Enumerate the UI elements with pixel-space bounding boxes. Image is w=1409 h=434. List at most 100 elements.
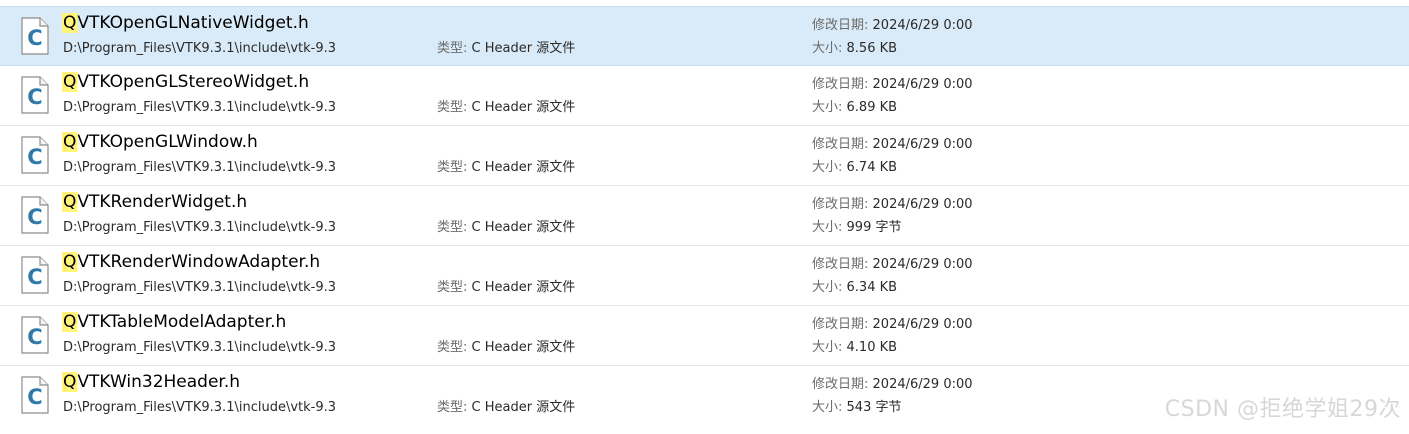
file-type-value: C Header 源文件 [471, 220, 576, 235]
modified-label: 修改日期: [812, 77, 869, 92]
size-value: 999 字节 [846, 220, 902, 235]
size-label: 大小: [812, 340, 843, 355]
file-size: 大小: 6.34 KB [812, 279, 897, 297]
file-result-row[interactable]: C QVTKOpenGLStereoWidget.h D:\Program_Fi… [0, 66, 1409, 126]
file-size: 大小: 6.89 KB [812, 99, 897, 117]
file-name: QVTKTableModelAdapter.h [62, 311, 286, 333]
file-size: 大小: 8.56 KB [812, 40, 897, 58]
file-size: 大小: 999 字节 [812, 219, 901, 237]
c-header-file-icon: C [20, 196, 50, 234]
search-match-highlight: Q [62, 192, 78, 212]
file-size: 大小: 543 字节 [812, 399, 901, 417]
search-match-highlight: Q [62, 13, 78, 33]
size-label: 大小: [812, 41, 843, 56]
type-label: 类型: [437, 340, 468, 355]
size-value: 4.10 KB [846, 340, 898, 355]
file-type: 类型: C Header 源文件 [437, 339, 575, 357]
file-name: QVTKOpenGLNativeWidget.h [62, 12, 309, 34]
size-label: 大小: [812, 220, 843, 235]
svg-text:C: C [27, 26, 42, 50]
type-label: 类型: [437, 400, 468, 415]
file-result-row[interactable]: C QVTKRenderWindowAdapter.h D:\Program_F… [0, 246, 1409, 306]
file-type: 类型: C Header 源文件 [437, 99, 575, 117]
modified-label: 修改日期: [812, 377, 869, 392]
file-type: 类型: C Header 源文件 [437, 399, 575, 417]
file-type: 类型: C Header 源文件 [437, 219, 575, 237]
file-name-rest: VTKWin32Header.h [77, 372, 241, 392]
c-header-file-icon: C [20, 376, 50, 414]
svg-text:C: C [27, 205, 42, 229]
modified-date: 修改日期: 2024/6/29 0:00 [812, 376, 973, 394]
file-path: D:\Program_Files\VTK9.3.1\include\vtk-9.… [63, 280, 337, 295]
type-label: 类型: [437, 100, 468, 115]
file-name: QVTKOpenGLWindow.h [62, 131, 258, 153]
file-path: D:\Program_Files\VTK9.3.1\include\vtk-9.… [63, 41, 337, 56]
type-label: 类型: [437, 220, 468, 235]
file-name-rest: VTKRenderWidget.h [77, 192, 248, 212]
modified-date: 修改日期: 2024/6/29 0:00 [812, 316, 973, 334]
c-header-file-icon: C [20, 256, 50, 294]
file-result-row[interactable]: C QVTKOpenGLNativeWidget.h D:\Program_Fi… [0, 6, 1409, 66]
search-match-highlight: Q [62, 312, 78, 332]
search-match-highlight: Q [62, 372, 78, 392]
modified-date: 修改日期: 2024/6/29 0:00 [812, 136, 973, 154]
file-result-row[interactable]: C QVTKTableModelAdapter.h D:\Program_Fil… [0, 306, 1409, 366]
file-name: QVTKOpenGLStereoWidget.h [62, 71, 309, 93]
file-type: 类型: C Header 源文件 [437, 159, 575, 177]
file-path: D:\Program_Files\VTK9.3.1\include\vtk-9.… [63, 160, 337, 175]
file-type-value: C Header 源文件 [471, 400, 576, 415]
modified-value: 2024/6/29 0:00 [872, 377, 973, 392]
modified-value: 2024/6/29 0:00 [872, 317, 973, 332]
file-result-row[interactable]: C QVTKRenderWidget.h D:\Program_Files\VT… [0, 186, 1409, 246]
file-type: 类型: C Header 源文件 [437, 279, 575, 297]
size-value: 6.34 KB [846, 280, 898, 295]
file-type-value: C Header 源文件 [471, 160, 576, 175]
search-match-highlight: Q [62, 132, 78, 152]
svg-text:C: C [27, 385, 42, 409]
c-header-file-icon: C [20, 316, 50, 354]
search-results-list: C QVTKOpenGLNativeWidget.h D:\Program_Fi… [0, 6, 1409, 426]
size-label: 大小: [812, 400, 843, 415]
file-name-rest: VTKOpenGLNativeWidget.h [77, 13, 309, 33]
modified-value: 2024/6/29 0:00 [872, 77, 973, 92]
modified-date: 修改日期: 2024/6/29 0:00 [812, 17, 973, 35]
file-path: D:\Program_Files\VTK9.3.1\include\vtk-9.… [63, 100, 337, 115]
file-path: D:\Program_Files\VTK9.3.1\include\vtk-9.… [63, 220, 337, 235]
svg-text:C: C [27, 145, 42, 169]
svg-text:C: C [27, 85, 42, 109]
file-type-value: C Header 源文件 [471, 100, 576, 115]
search-match-highlight: Q [62, 72, 78, 92]
modified-label: 修改日期: [812, 18, 869, 33]
size-label: 大小: [812, 160, 843, 175]
modified-value: 2024/6/29 0:00 [872, 137, 973, 152]
c-header-file-icon: C [20, 76, 50, 114]
file-name-rest: VTKTableModelAdapter.h [77, 312, 287, 332]
file-name-rest: VTKOpenGLWindow.h [77, 132, 258, 152]
size-label: 大小: [812, 280, 843, 295]
file-type-value: C Header 源文件 [471, 280, 576, 295]
file-name: QVTKRenderWindowAdapter.h [62, 251, 320, 273]
size-value: 8.56 KB [846, 41, 898, 56]
modified-value: 2024/6/29 0:00 [872, 257, 973, 272]
size-value: 6.89 KB [846, 100, 898, 115]
file-name: QVTKWin32Header.h [62, 371, 240, 393]
size-label: 大小: [812, 100, 843, 115]
size-value: 6.74 KB [846, 160, 898, 175]
type-label: 类型: [437, 280, 468, 295]
watermark: CSDN @拒绝学姐29次 [1164, 397, 1401, 422]
type-label: 类型: [437, 160, 468, 175]
modified-label: 修改日期: [812, 257, 869, 272]
file-name-rest: VTKOpenGLStereoWidget.h [77, 72, 310, 92]
modified-value: 2024/6/29 0:00 [872, 18, 973, 33]
file-name: QVTKRenderWidget.h [62, 191, 247, 213]
svg-text:C: C [27, 325, 42, 349]
modified-date: 修改日期: 2024/6/29 0:00 [812, 76, 973, 94]
c-header-file-icon: C [20, 136, 50, 174]
file-result-row[interactable]: C QVTKOpenGLWindow.h D:\Program_Files\VT… [0, 126, 1409, 186]
svg-text:C: C [27, 265, 42, 289]
type-label: 类型: [437, 41, 468, 56]
file-type: 类型: C Header 源文件 [437, 40, 575, 58]
file-path: D:\Program_Files\VTK9.3.1\include\vtk-9.… [63, 340, 337, 355]
modified-label: 修改日期: [812, 197, 869, 212]
c-header-file-icon: C [20, 17, 50, 55]
